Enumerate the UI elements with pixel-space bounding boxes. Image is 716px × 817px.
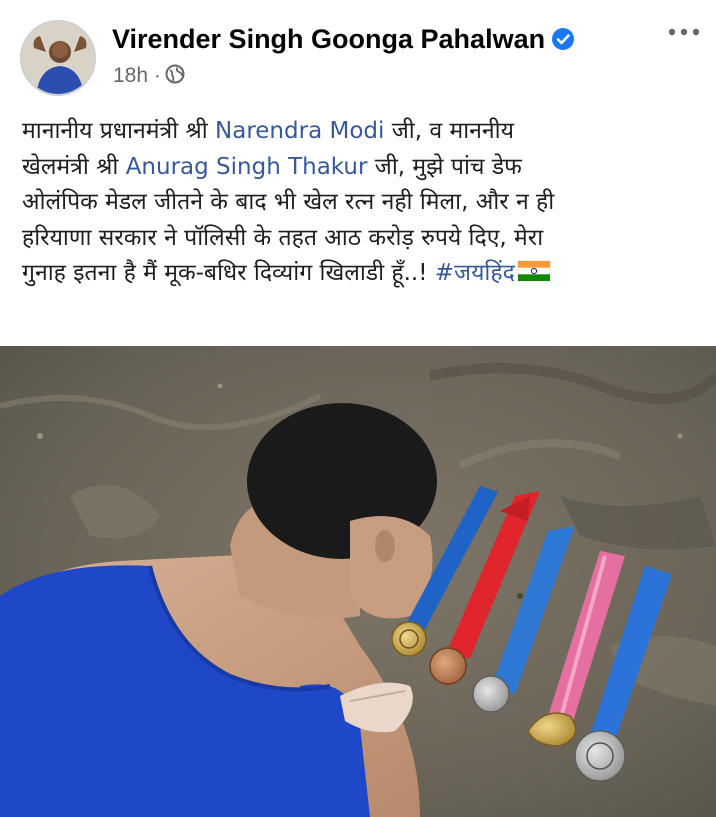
- verified-badge-icon: [551, 27, 575, 51]
- post-body: मानानीय प्रधानमंत्री श्री Narendra Modi …: [22, 114, 702, 292]
- post-timestamp[interactable]: 18h ·: [113, 64, 161, 87]
- post-meta: 18h ·: [113, 64, 185, 88]
- post-text-line: ओलंपिक मेडल जीतने के बाद भी खेल रत्न नही…: [22, 189, 555, 215]
- mention-anurag-singh-thakur[interactable]: Anurag Singh Thakur: [126, 154, 368, 180]
- post-text-line: खेलमंत्री श्री Anurag Singh Thakur जी, म…: [22, 153, 522, 180]
- hashtag-jaihind[interactable]: #जयहिंद: [435, 260, 515, 286]
- post-text-line: गुनाह इतना है मैं मूक-बधिर दिव्यांग खिला…: [22, 256, 702, 292]
- author-avatar[interactable]: [20, 20, 96, 96]
- post-text-line: हरियाणा सरकार ने पॉलिसी के तहत आठ करोड़ …: [22, 224, 544, 251]
- post-header: Virender Singh Goonga Pahalwan 18h ·: [0, 0, 716, 100]
- post-text-line: मानानीय प्रधानमंत्री श्री Narendra Modi …: [22, 118, 514, 144]
- post-photo[interactable]: [0, 346, 716, 817]
- india-flag-emoji: [517, 259, 551, 283]
- mention-narendra-modi[interactable]: Narendra Modi: [215, 118, 384, 144]
- globe-icon: [165, 64, 185, 84]
- author-name-row: Virender Singh Goonga Pahalwan: [112, 24, 575, 55]
- author-name[interactable]: Virender Singh Goonga Pahalwan: [112, 24, 545, 54]
- more-options-icon[interactable]: [664, 20, 704, 44]
